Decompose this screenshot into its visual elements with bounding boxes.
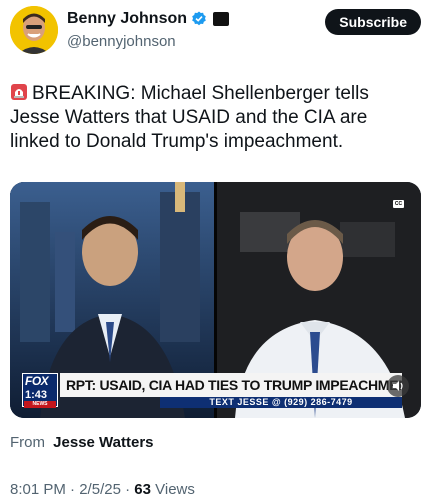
tweet-time[interactable]: 8:01 PM [10,481,66,498]
verified-badge-icon [191,11,207,27]
tweet-body: BREAKING: Michael Shellenberger tells Je… [10,83,369,152]
display-name[interactable]: Benny Johnson [67,10,187,28]
tweet-text: BREAKING: Michael Shellenberger tells Je… [10,82,415,154]
chyron-subline: TEXT JESSE @ (929) 286-7479 [160,397,402,408]
siren-icon [10,83,28,101]
views-count: 63 [134,481,151,498]
network-logo-text: FOX [25,374,49,388]
from-label: From [10,434,45,451]
tweet-date[interactable]: 2/5/25 [79,481,121,498]
fox-news-logo: FOX 1:43 NEWS [22,373,58,408]
affiliation-badge-icon[interactable] [213,12,230,26]
meta-separator: · [125,481,131,498]
tweet-header: Benny Johnson @bennyjohnson Subscribe [10,6,421,58]
views-label: Views [155,481,195,498]
chyron-headline: RPT: USAID, CIA HAD TIES TO TRUMP IMPEAC… [60,373,402,397]
live-label: NEWS [24,401,56,408]
subscribe-button[interactable]: Subscribe [325,9,421,35]
avatar-image [10,6,58,54]
news-chyron: FOX 1:43 NEWS RPT: USAID, CIA HAD TIES T… [10,372,421,410]
name-row: Benny Johnson [67,10,230,28]
mute-toggle-icon[interactable] [387,375,409,397]
video-player[interactable]: CC FOX 1:43 NEWS RPT: USAID, CIA HAD TIE… [10,182,421,418]
tweet-meta: 8:01 PM · 2/5/25 · 63 Views [10,481,195,498]
source-name-link[interactable]: Jesse Watters [53,434,153,451]
avatar[interactable] [10,6,58,54]
user-handle[interactable]: @bennyjohnson [67,33,176,50]
video-source: From Jesse Watters [10,434,154,451]
cc-label[interactable]: CC [393,200,404,208]
meta-separator: · [70,481,76,498]
video-timestamp: 1:43 [25,389,48,401]
